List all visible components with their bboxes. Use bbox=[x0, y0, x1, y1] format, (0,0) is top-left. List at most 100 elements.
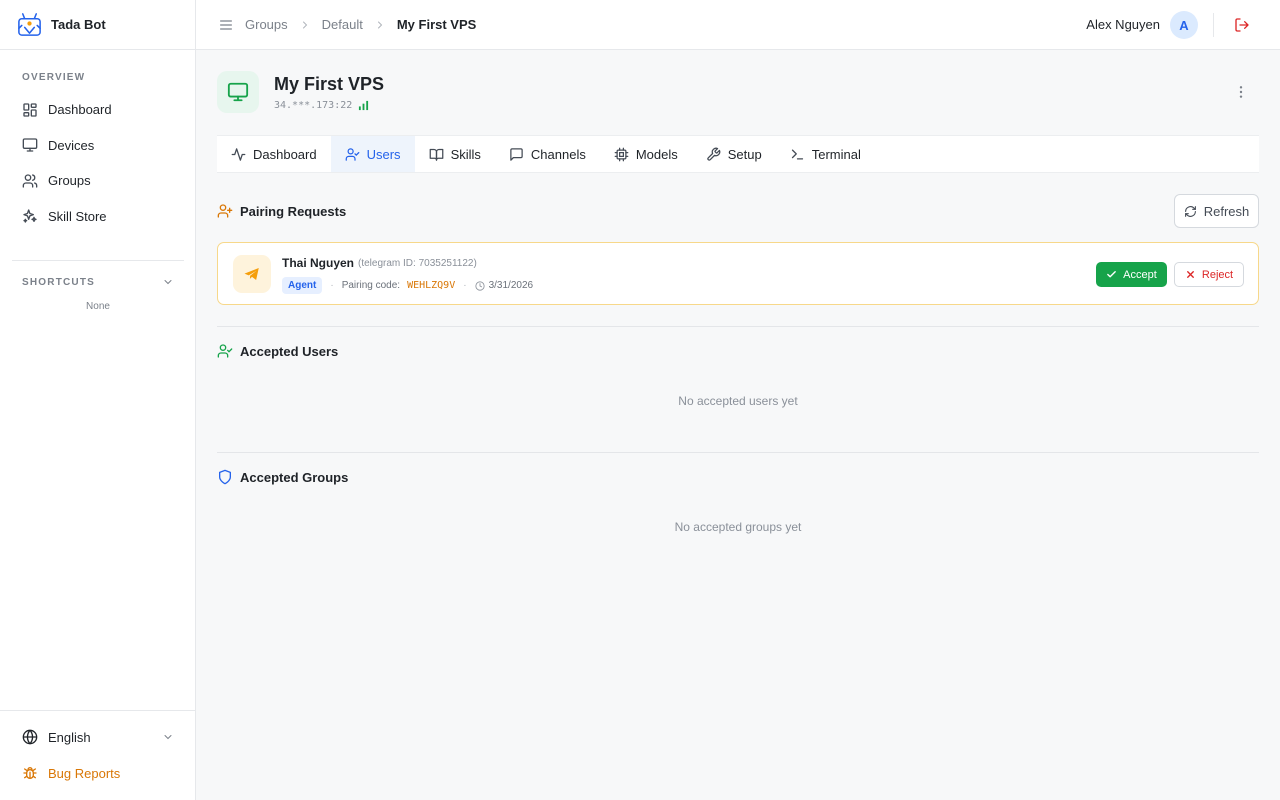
bug-icon bbox=[23, 767, 37, 779]
logout-icon[interactable] bbox=[1234, 17, 1250, 33]
sidebar-item-label: Devices bbox=[48, 137, 95, 153]
more-vertical-icon[interactable] bbox=[1233, 84, 1249, 100]
signal-icon bbox=[359, 100, 369, 111]
pairing-code-label: Pairing code: bbox=[341, 280, 401, 291]
tab-label: Setup bbox=[727, 146, 762, 162]
sidebar: Tada Bot OVERVIEW Dashboard Devices Grou… bbox=[0, 0, 196, 800]
monitor-icon bbox=[22, 138, 38, 152]
user-check-icon bbox=[345, 147, 359, 161]
refresh-label: Refresh bbox=[1203, 203, 1250, 219]
tab-dashboard[interactable]: Dashboard bbox=[217, 136, 331, 172]
device-ip: 34.***.173:22 bbox=[274, 100, 353, 111]
sidebar-item-devices[interactable]: Devices bbox=[12, 128, 184, 164]
sparkles-icon bbox=[23, 209, 37, 223]
tab-models[interactable]: Models bbox=[600, 136, 692, 172]
breadcrumb-default[interactable]: Default bbox=[322, 17, 363, 32]
clock-icon bbox=[474, 280, 485, 291]
bug-reports-link[interactable]: Bug Reports bbox=[22, 765, 174, 781]
request-meta: Agent · Pairing code: WEHLZQ9V · 3/31/20… bbox=[282, 277, 533, 294]
accept-label: Accept bbox=[1123, 268, 1157, 281]
avatar[interactable]: A bbox=[1170, 11, 1198, 39]
terminal-icon bbox=[791, 149, 803, 159]
sidebar-nav: Dashboard Devices Groups Skill Store bbox=[12, 92, 184, 234]
role-badge: Agent bbox=[282, 277, 323, 294]
app-name: Tada Bot bbox=[51, 17, 106, 32]
telegram-avatar bbox=[233, 255, 271, 293]
tab-users[interactable]: Users bbox=[330, 136, 415, 172]
chevron-right-icon bbox=[302, 21, 307, 28]
tab-label: Skills bbox=[450, 146, 481, 162]
section-title: Accepted Users bbox=[240, 343, 339, 359]
divider bbox=[217, 326, 1259, 327]
device-address: 34.***.173:22 bbox=[274, 100, 369, 111]
tab-bar: Dashboard Users Skills Channels Models S… bbox=[217, 135, 1259, 173]
divider bbox=[12, 260, 184, 261]
separator-dot: · bbox=[330, 280, 334, 291]
tab-terminal[interactable]: Terminal bbox=[776, 136, 875, 172]
chevron-right-icon bbox=[377, 21, 383, 28]
sidebar-item-groups[interactable]: Groups bbox=[12, 163, 184, 199]
telegram-id: (telegram ID: 7035251122) bbox=[358, 258, 477, 269]
section-title: Pairing Requests bbox=[240, 203, 347, 219]
separator-dot: · bbox=[463, 280, 467, 291]
tab-skills[interactable]: Skills bbox=[415, 136, 495, 172]
divider bbox=[0, 710, 196, 711]
sidebar-item-dashboard[interactable]: Dashboard bbox=[12, 92, 184, 128]
tab-setup[interactable]: Setup bbox=[692, 136, 776, 172]
refresh-icon bbox=[1184, 205, 1196, 217]
sidebar-item-skill-store[interactable]: Skill Store bbox=[12, 199, 184, 235]
section-title: Accepted Groups bbox=[240, 469, 349, 485]
accept-button[interactable]: Accept bbox=[1096, 262, 1167, 287]
book-icon bbox=[429, 148, 443, 161]
breadcrumb-groups[interactable]: Groups bbox=[245, 17, 288, 32]
request-date: 3/31/2026 bbox=[488, 280, 534, 291]
reject-label: Reject bbox=[1201, 268, 1234, 281]
cpu-icon bbox=[614, 147, 629, 161]
tab-label: Dashboard bbox=[253, 146, 317, 162]
accepted-groups-heading: Accepted Groups bbox=[217, 469, 348, 485]
breadcrumb: Groups Default My First VPS bbox=[245, 17, 476, 32]
menu-icon[interactable] bbox=[218, 17, 234, 33]
pairing-code: WEHLZQ9V bbox=[407, 280, 456, 291]
close-icon bbox=[1186, 271, 1194, 278]
accepted-users-empty: No accepted users yet bbox=[678, 394, 798, 408]
activity-icon bbox=[231, 147, 246, 161]
tab-label: Users bbox=[366, 146, 401, 162]
check-icon bbox=[1107, 271, 1117, 278]
divider bbox=[217, 452, 1259, 453]
divider bbox=[1213, 13, 1214, 37]
accepted-groups-empty: No accepted groups yet bbox=[674, 520, 802, 534]
breadcrumb-current: My First VPS bbox=[396, 17, 477, 32]
sidebar-item-label: Groups bbox=[48, 173, 91, 189]
shortcuts-label: SHORTCUTS bbox=[22, 276, 96, 288]
dashboard-icon bbox=[23, 103, 37, 117]
tab-label: Channels bbox=[530, 146, 586, 162]
tab-label: Terminal bbox=[811, 146, 861, 162]
monitor-icon bbox=[227, 82, 249, 102]
users-icon bbox=[22, 174, 38, 188]
sidebar-item-label: Skill Store bbox=[48, 208, 107, 224]
reject-button[interactable]: Reject bbox=[1174, 262, 1244, 287]
telegram-icon bbox=[244, 268, 259, 280]
overview-label: OVERVIEW bbox=[22, 72, 86, 83]
language-select[interactable]: English bbox=[22, 729, 174, 745]
accepted-users-heading: Accepted Users bbox=[217, 343, 338, 359]
globe-icon bbox=[22, 729, 38, 745]
user-plus-icon bbox=[217, 204, 233, 218]
tab-channels[interactable]: Channels bbox=[495, 136, 600, 172]
user-name: Alex Nguyen bbox=[1086, 17, 1160, 32]
language-label: English bbox=[48, 729, 91, 745]
wrench-icon bbox=[707, 147, 721, 161]
pairing-request-card: Thai Nguyen (telegram ID: 7035251122) Ag… bbox=[217, 242, 1259, 305]
shortcuts-toggle[interactable]: SHORTCUTS bbox=[22, 276, 174, 288]
refresh-button[interactable]: Refresh bbox=[1174, 194, 1259, 228]
chevron-down-icon bbox=[164, 735, 172, 740]
device-avatar bbox=[217, 71, 259, 113]
bug-reports-label: Bug Reports bbox=[48, 765, 121, 781]
chevron-down-icon bbox=[164, 280, 172, 285]
requester-name: Thai Nguyen bbox=[282, 256, 355, 270]
shortcuts-empty: None bbox=[86, 301, 110, 312]
brand[interactable]: Tada Bot bbox=[0, 0, 195, 50]
user-check-icon bbox=[217, 344, 233, 358]
tab-label: Models bbox=[635, 146, 678, 162]
